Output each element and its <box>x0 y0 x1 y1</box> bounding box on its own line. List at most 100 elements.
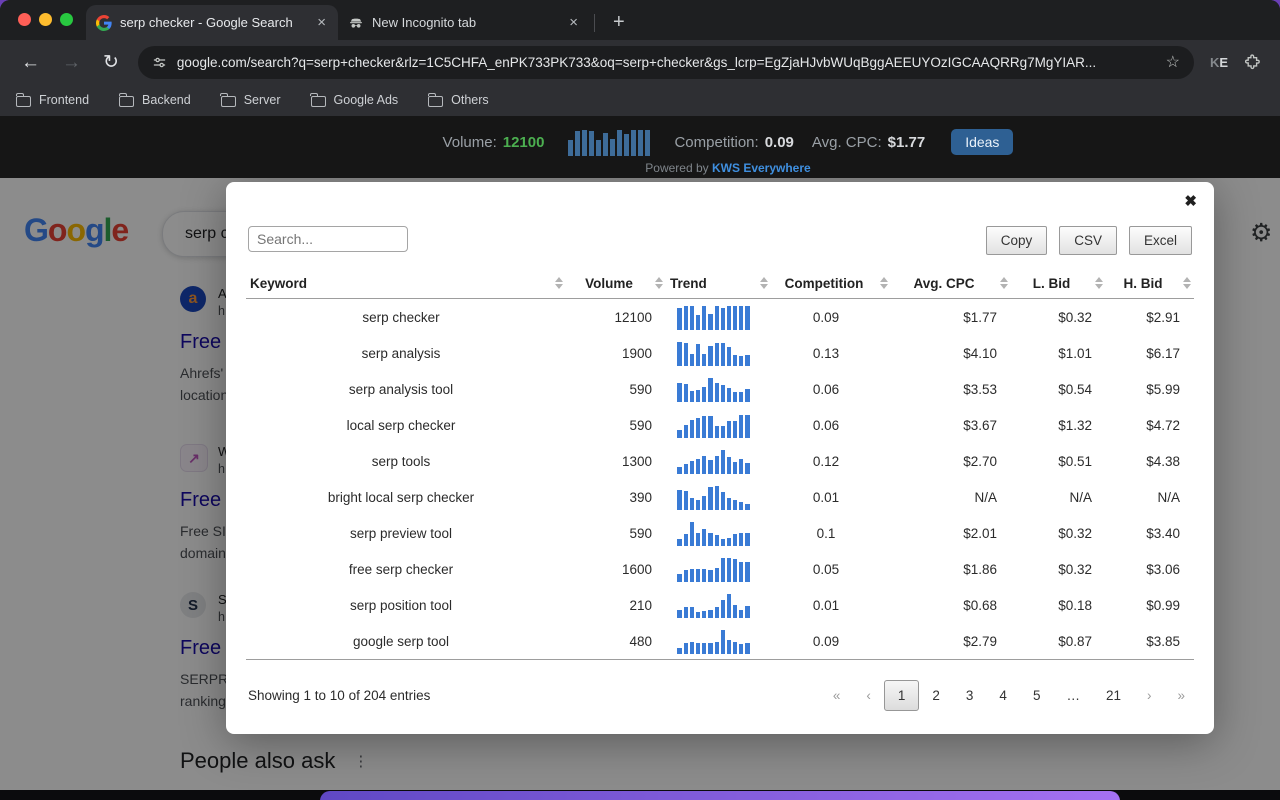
trend-sparkline <box>677 376 750 402</box>
column-header-l-bid[interactable]: L. Bid <box>1011 268 1106 299</box>
table-row: serp tools 1300 0.12 $2.70 $0.51 $4.38 <box>246 443 1194 479</box>
table-row: serp checker 12100 0.09 $1.77 $0.32 $2.91 <box>246 299 1194 336</box>
competition-cell: 0.06 <box>812 417 840 433</box>
l-bid-cell: $0.87 <box>1011 623 1106 660</box>
keyword-cell: serp position tool <box>349 597 453 613</box>
volume-cell: 590 <box>629 525 652 541</box>
page-button-»[interactable]: » <box>1164 681 1198 710</box>
competition-value: 0.09 <box>764 133 794 151</box>
page-button-3[interactable]: 3 <box>953 681 987 710</box>
forward-button[interactable]: → <box>53 53 90 72</box>
csv-button[interactable]: CSV <box>1059 226 1117 255</box>
trend-cell <box>666 443 771 479</box>
sort-icon <box>1183 277 1191 289</box>
keyword-cell: serp checker <box>362 309 440 325</box>
bookmark-label: Backend <box>142 93 191 107</box>
excel-button[interactable]: Excel <box>1128 226 1192 255</box>
tab-serp-checker[interactable]: serp checker - Google Search × <box>86 5 338 40</box>
volume-cell: 590 <box>629 381 652 397</box>
volume-cell: 480 <box>566 623 666 660</box>
back-button[interactable]: ← <box>12 53 49 72</box>
kws-keywords-modal: ✖ Copy CSV Excel KeywordVolumeTrendCompeti… <box>226 182 1214 734</box>
url-text: google.com/search?q=serp+checker&rlz=1C5… <box>176 54 1097 70</box>
competition-cell: 0.06 <box>812 381 840 397</box>
page-button-4[interactable]: 4 <box>986 681 1020 710</box>
l-bid-cell: $0.18 <box>1058 597 1092 613</box>
trend-sparkline <box>677 628 750 654</box>
zoom-window-button[interactable] <box>60 13 73 26</box>
new-tab-button[interactable]: + <box>607 11 631 34</box>
page-button-1[interactable]: 1 <box>883 680 920 711</box>
page-button-2[interactable]: 2 <box>919 681 953 710</box>
kws-everywhere-link[interactable]: KWS Everywhere <box>712 161 811 175</box>
h-bid-cell: $3.40 <box>1146 525 1180 541</box>
column-header-volume[interactable]: Volume <box>566 268 666 299</box>
folder-icon <box>118 92 135 107</box>
bookmark-item[interactable]: Others <box>427 92 489 107</box>
avg-cpc-cell: $2.70 <box>963 453 997 469</box>
page-button-5[interactable]: 5 <box>1020 681 1054 710</box>
keyword-cell: serp analysis tool <box>348 381 454 397</box>
tab-title: New Incognito tab <box>372 15 477 30</box>
reload-button[interactable]: ↻ <box>94 53 128 72</box>
h-bid-cell: $5.99 <box>1146 381 1180 397</box>
export-buttons: Copy CSV Excel <box>985 226 1192 255</box>
address-bar[interactable]: google.com/search?q=serp+checker&rlz=1C5… <box>137 45 1194 79</box>
sort-icon <box>760 277 768 289</box>
sort-icon <box>880 277 888 289</box>
pagination: «‹ 1 2 3 4 5… 21 ›» <box>820 680 1198 711</box>
column-header-competition[interactable]: Competition <box>771 268 891 299</box>
column-header-keyword[interactable]: Keyword <box>246 268 566 299</box>
avg-cpc-cell: $1.86 <box>963 561 997 577</box>
column-header-h-bid[interactable]: H. Bid <box>1106 268 1194 299</box>
modal-search-input[interactable] <box>248 226 408 252</box>
volume-cell: 1600 <box>621 561 652 577</box>
tab-new-incognito[interactable]: New Incognito tab × <box>338 5 590 40</box>
extensions-puzzle-icon[interactable] <box>1238 53 1268 71</box>
copy-button[interactable]: Copy <box>985 226 1048 255</box>
competition-label: Competition: <box>674 133 759 151</box>
bookmark-item[interactable]: Server <box>220 92 281 107</box>
tab-close-icon[interactable]: × <box>315 14 328 31</box>
close-window-button[interactable] <box>18 13 31 26</box>
competition-cell: 0.09 <box>812 309 840 325</box>
bookmark-star-icon[interactable]: ☆ <box>1166 52 1180 72</box>
l-bid-cell: $0.32 <box>1058 309 1092 325</box>
minimize-window-button[interactable] <box>39 13 52 26</box>
page-button-›[interactable]: › <box>1134 681 1165 710</box>
toolbar: ← → ↻ google.com/search?q=serp+checker&r… <box>0 40 1280 84</box>
h-bid-cell: $4.72 <box>1146 417 1180 433</box>
kws-purple-widget-bar[interactable] <box>320 791 1120 800</box>
table-row: serp analysis 1900 0.13 $4.10 $1.01 $6.17 <box>246 335 1194 371</box>
volume-cell: 12100 <box>614 309 652 325</box>
trend-cell <box>666 407 771 443</box>
keywords-table: Keyword Volume Trend Competition Avg. CPC L. … <box>246 268 1194 660</box>
site-info-icon[interactable] <box>152 55 167 70</box>
bookmark-label: Google Ads <box>333 93 399 107</box>
bookmark-item[interactable]: Google Ads <box>310 92 399 107</box>
column-header-avg-cpc[interactable]: Avg. CPC <box>891 268 1011 299</box>
tab-close-icon[interactable]: × <box>567 14 580 31</box>
trend-cell <box>666 371 771 407</box>
keyword-cell: bright local serp checker <box>327 489 475 505</box>
h-bid-cell: $6.17 <box>1146 345 1180 361</box>
page-button-21[interactable]: 21 <box>1093 681 1134 710</box>
page-button-…[interactable]: … <box>1053 681 1093 710</box>
trend-cell <box>666 587 771 623</box>
table-row: serp position tool 210 0.01 $0.68 $0.18 $0.99 <box>246 587 1194 623</box>
competition-cell: 0.01 <box>812 597 840 613</box>
avg-cpc-cell: N/A <box>974 489 997 505</box>
volume-cell: 590 <box>629 417 652 433</box>
keyword-cell: serp preview tool <box>349 525 453 541</box>
ideas-button[interactable]: Ideas <box>951 129 1014 155</box>
page-button-«[interactable]: « <box>820 681 854 710</box>
l-bid-cell: N/A <box>1069 489 1092 505</box>
bookmark-item[interactable]: Backend <box>118 92 191 107</box>
page-button-‹[interactable]: ‹ <box>853 681 884 710</box>
keywords-everywhere-extension-icon[interactable]: KE <box>1204 55 1234 70</box>
h-bid-cell: $4.38 <box>1146 453 1180 469</box>
bookmark-item[interactable]: Frontend <box>15 92 89 107</box>
modal-close-icon[interactable]: ✖ <box>1184 192 1197 210</box>
table-row: local serp checker 590 0.06 $3.67 $1.32 $4.72 <box>246 407 1194 443</box>
column-header-trend[interactable]: Trend <box>666 268 771 299</box>
